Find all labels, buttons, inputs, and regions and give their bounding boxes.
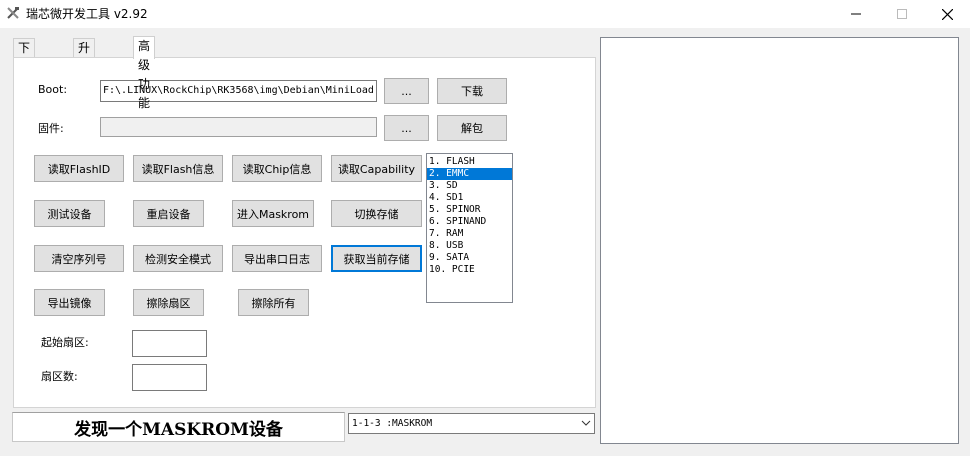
storage-type-list[interactable]: 1. FLASH 2. EMMC 3. SD 4. SD1 5. SPINOR … xyxy=(426,153,513,303)
erase-all-button[interactable]: 擦除所有 xyxy=(238,289,309,316)
list-item[interactable]: 4. SD1 xyxy=(427,192,512,204)
firmware-label: 固件: xyxy=(38,122,64,135)
tab-advanced-functions[interactable]: 高级功能 xyxy=(133,36,156,110)
get-current-storage-button[interactable]: 获取当前存储 xyxy=(331,245,422,272)
list-item[interactable]: 7. RAM xyxy=(427,228,512,240)
list-item[interactable]: 8. USB xyxy=(427,240,512,252)
chevron-down-icon xyxy=(581,420,591,426)
close-button[interactable] xyxy=(924,0,970,28)
read-capability-button[interactable]: 读取Capability xyxy=(331,155,422,182)
firmware-path-field[interactable] xyxy=(100,117,377,137)
switch-storage-button[interactable]: 切换存储 xyxy=(331,200,422,227)
reset-device-button[interactable]: 重启设备 xyxy=(133,200,204,227)
read-flash-info-button[interactable]: 读取Flash信息 xyxy=(133,155,223,182)
list-item[interactable]: 5. SPINOR xyxy=(427,204,512,216)
maximize-icon xyxy=(897,9,907,19)
maximize-button[interactable] xyxy=(879,0,925,28)
device-select[interactable]: 1-1-3 :MASKROM xyxy=(348,413,595,434)
read-flash-id-button[interactable]: 读取FlashID xyxy=(34,155,124,182)
sector-count-label: 扇区数: xyxy=(41,370,78,383)
start-sector-input[interactable] xyxy=(132,330,207,357)
start-sector-label: 起始扇区: xyxy=(41,336,89,349)
list-item[interactable]: 1. FLASH xyxy=(427,156,512,168)
minimize-button[interactable] xyxy=(833,0,879,28)
read-chip-info-button[interactable]: 读取Chip信息 xyxy=(232,155,322,182)
tab-upgrade-firmware[interactable]: 升级固件 xyxy=(73,38,96,112)
boot-label: Boot: xyxy=(38,83,68,96)
list-item[interactable]: 9. SATA xyxy=(427,252,512,264)
clear-serial-button[interactable]: 清空序列号 xyxy=(34,245,124,272)
download-button[interactable]: 下载 xyxy=(437,78,507,104)
list-item[interactable]: 6. SPINAND xyxy=(427,216,512,228)
list-item[interactable]: 3. SD xyxy=(427,180,512,192)
export-serial-log-button[interactable]: 导出串口日志 xyxy=(232,245,322,272)
title-bar: 瑞芯微开发工具 v2.92 xyxy=(0,0,970,28)
sector-count-input[interactable] xyxy=(132,364,207,391)
check-secure-mode-button[interactable]: 检测安全模式 xyxy=(133,245,223,272)
boot-browse-button[interactable]: ... xyxy=(384,78,429,104)
erase-sector-button[interactable]: 擦除扇区 xyxy=(133,289,204,316)
app-tools-icon xyxy=(7,7,19,19)
test-device-button[interactable]: 测试设备 xyxy=(34,200,105,227)
window-title: 瑞芯微开发工具 v2.92 xyxy=(26,7,148,21)
unpack-button[interactable]: 解包 xyxy=(437,115,507,141)
enter-maskrom-button[interactable]: 进入Maskrom xyxy=(232,200,314,227)
tab-download-image[interactable]: 下载镜像 xyxy=(13,38,36,112)
list-item-selected[interactable]: 2. EMMC xyxy=(427,168,512,180)
log-output-panel[interactable] xyxy=(600,37,959,444)
list-item[interactable]: 10. PCIE xyxy=(427,264,512,276)
firmware-browse-button[interactable]: ... xyxy=(384,115,429,141)
export-image-button[interactable]: 导出镜像 xyxy=(34,289,105,316)
device-select-value: 1-1-3 :MASKROM xyxy=(352,418,433,429)
minimize-icon xyxy=(851,13,861,15)
close-icon xyxy=(941,8,953,20)
device-status: 发现一个MASKROM设备 xyxy=(12,412,345,442)
